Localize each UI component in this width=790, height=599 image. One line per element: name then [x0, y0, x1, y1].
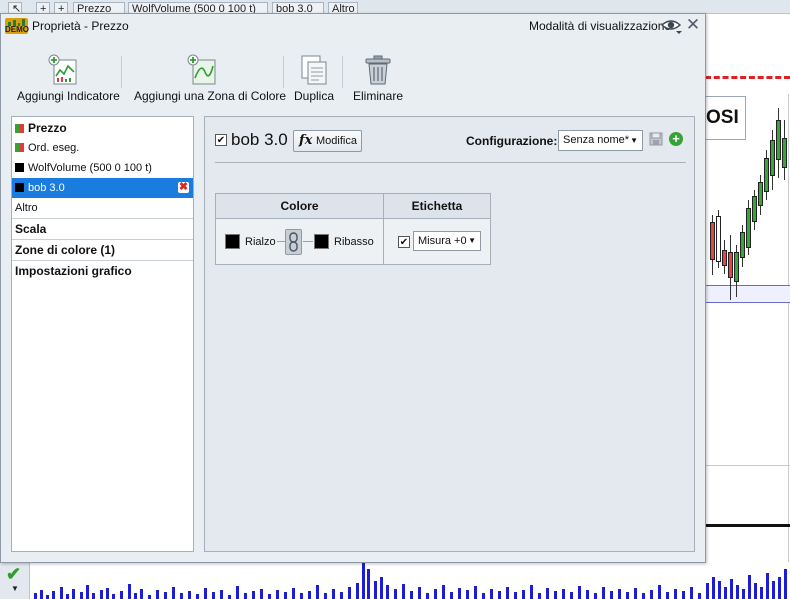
candle [776, 120, 781, 160]
add-color-zone-button[interactable]: Aggiungi una Zona di Colore [134, 50, 287, 106]
duplicate-label: Duplica [293, 89, 335, 103]
trash-icon [362, 54, 394, 86]
candle [734, 252, 739, 282]
show-label-checkbox[interactable]: ✔ [398, 236, 410, 248]
configuration-label: Configurazione: [466, 134, 558, 148]
color-column-header: Colore [216, 194, 383, 219]
remove-icon[interactable]: ✖ [178, 182, 189, 193]
add-color-zone-icon [187, 54, 219, 86]
modify-label: Modifica [316, 135, 357, 147]
delete-button[interactable]: Eliminare [353, 50, 403, 106]
add-color-zone-label: Aggiungi una Zona di Colore [134, 89, 287, 103]
divider [215, 162, 686, 163]
dialog-title: Proprietà - Prezzo [32, 19, 129, 33]
configuration-select[interactable]: Senza nome* ▼ [558, 130, 643, 151]
candle [710, 222, 715, 260]
down-label: Ribasso [334, 236, 374, 248]
chevron-down-icon: ▼ [468, 236, 476, 245]
candle [764, 158, 769, 192]
add-indicator-button[interactable]: Aggiungi Indicatore [17, 50, 120, 106]
label-type-select[interactable]: Misura +0 ▼ [413, 231, 481, 251]
close-icon[interactable]: ✕ [685, 16, 701, 33]
demo-badge-label: DEMO [5, 25, 29, 34]
link-colors-icon[interactable] [285, 229, 302, 255]
up-color-picker[interactable] [225, 234, 240, 249]
checkmark-icon[interactable]: ✔ [6, 565, 21, 583]
section-scala[interactable]: Scala [12, 218, 193, 238]
duplicate-icon [298, 54, 330, 86]
label-column-header: Etichetta [384, 194, 490, 219]
price-line [705, 76, 790, 79]
price-color-swatch [15, 124, 24, 133]
chart-border [788, 94, 789, 564]
list-item-label: Altro [15, 202, 38, 214]
list-item-altro[interactable]: Altro [12, 198, 193, 218]
toolbar-divider [283, 56, 284, 88]
down-color-picker[interactable] [314, 234, 329, 249]
column-divider [383, 194, 384, 264]
bob-color-swatch [15, 183, 24, 192]
toolbar-divider [121, 56, 122, 88]
status-corner: ✔ ▼ [0, 562, 30, 599]
candle [758, 182, 763, 206]
duplicate-button[interactable]: Duplica [293, 50, 335, 106]
link-line [303, 241, 313, 242]
candle [752, 196, 757, 222]
list-item-label: Ord. eseg. [28, 142, 80, 154]
view-mode-label[interactable]: Modalità di visualizzazione [529, 19, 671, 33]
modify-button[interactable]: fx Modifica [293, 130, 362, 152]
list-item-label: bob 3.0 [28, 182, 65, 194]
indicator-settings-panel: ✔ bob 3.0 fx Modifica Configurazione: Se… [204, 116, 695, 552]
delete-label: Eliminare [353, 89, 404, 103]
fx-icon: fx [299, 133, 313, 148]
candle [746, 208, 751, 248]
eye-icon[interactable] [660, 17, 683, 35]
add-indicator-icon [48, 54, 80, 86]
add-configuration-icon[interactable]: + [669, 132, 683, 146]
add-indicator-label: Aggiungi Indicatore [17, 89, 120, 103]
section-color-zones[interactable]: Zone di colore (1) [12, 239, 193, 259]
configuration-value: Senza nome* [563, 134, 630, 146]
list-item-prezzo[interactable]: Prezzo [12, 118, 193, 138]
properties-dialog: DEMO Proprietà - Prezzo Modalità di visu… [0, 13, 706, 563]
chevron-down-icon: ▼ [630, 136, 638, 145]
indicator-name: bob 3.0 [231, 130, 288, 149]
candle [770, 140, 775, 176]
orders-color-swatch [15, 143, 24, 152]
list-item-label: Prezzo [28, 121, 67, 135]
element-list: Prezzo Ord. eseg. WolfVolume (500 0 100 … [11, 116, 194, 552]
list-item-wolfvolume[interactable]: WolfVolume (500 0 100 t) [12, 158, 193, 178]
chevron-down-icon[interactable]: ▼ [11, 585, 19, 593]
color-settings-table: Colore Etichetta Rialzo Ribasso ✔ Misura… [215, 193, 491, 265]
list-item-label: WolfVolume (500 0 100 t) [28, 162, 152, 174]
save-icon[interactable] [649, 132, 663, 146]
background-tab-bar: ↖ + + Prezzo WolfVolume (500 0 100 t) bo… [0, 0, 790, 14]
link-line [277, 241, 285, 242]
wolfvolume-color-swatch [15, 163, 24, 172]
label-type-value: Misura +0 [418, 235, 467, 247]
chart-color-zone [705, 285, 790, 303]
indicator-baseline [705, 524, 790, 527]
volume-histogram [0, 562, 790, 599]
candle [740, 232, 745, 258]
dialog-titlebar[interactable]: DEMO Proprietà - Prezzo Modalità di visu… [1, 14, 705, 38]
candle [716, 216, 721, 262]
dialog-toolbar: Aggiungi Indicatore Aggiungi una Zona di… [1, 50, 705, 108]
toolbar-divider [342, 56, 343, 88]
demo-badge-icon: DEMO [5, 18, 29, 34]
chart-symbol-label: OSI [704, 96, 746, 140]
indicator-enabled-checkbox[interactable]: ✔ [215, 134, 227, 146]
section-chart-settings[interactable]: Impostazioni grafico [12, 260, 193, 280]
candle [728, 252, 733, 278]
candle [782, 138, 787, 168]
list-item-ord-eseg[interactable]: Ord. eseg. [12, 138, 193, 158]
list-item-bob[interactable]: bob 3.0 ✖ [12, 178, 193, 198]
chart-separator [705, 465, 790, 466]
up-label: Rialzo [245, 236, 276, 248]
candle [722, 250, 727, 266]
